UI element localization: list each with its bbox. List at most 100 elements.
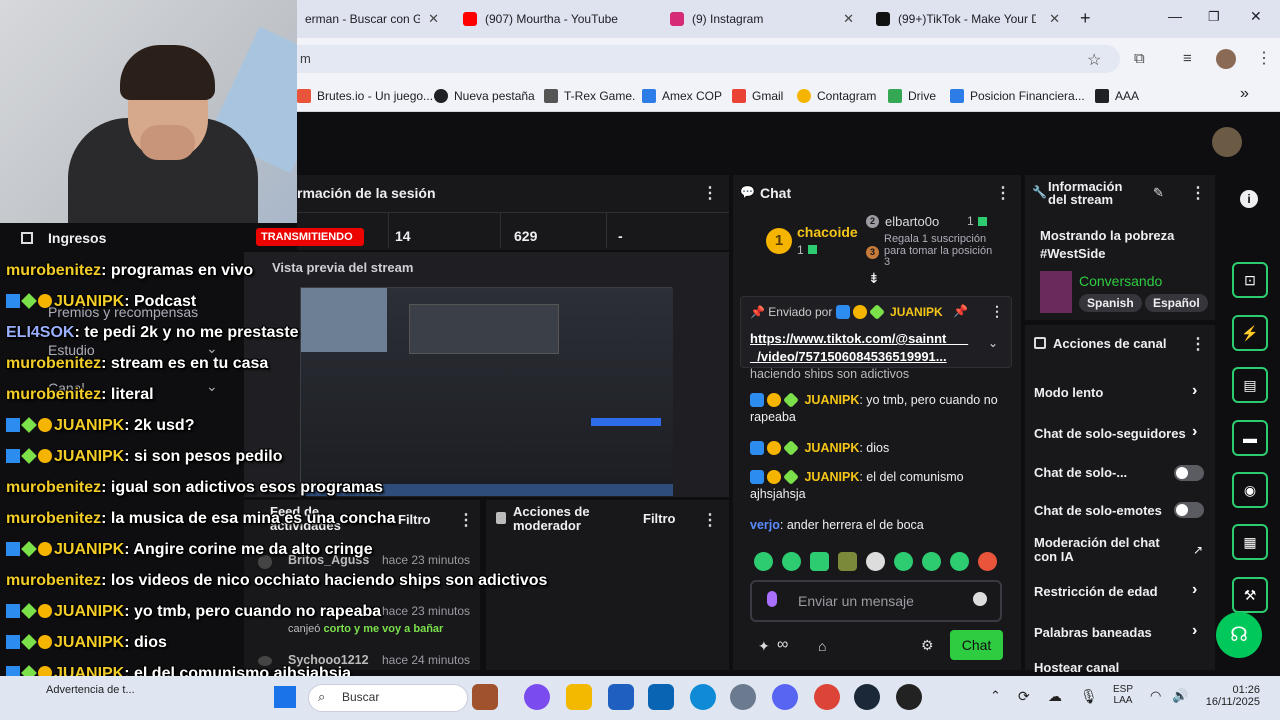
kebab-icon[interactable]: ⋮ <box>702 510 718 530</box>
action-emotes-only[interactable]: Chat de solo-emotes <box>1034 503 1162 518</box>
browser-tab-4[interactable]: (99+)TikTok - Make Your Da ✕ <box>868 6 1068 32</box>
emoji-icon[interactable] <box>973 592 987 606</box>
bookmark-aaa[interactable]: AAA <box>1095 86 1139 106</box>
external-link-icon[interactable]: ↗ <box>1193 543 1203 557</box>
cloud-icon[interactable]: ☁ <box>1048 688 1062 705</box>
emote-icon[interactable] <box>838 552 857 571</box>
volume-icon[interactable]: 🔊 <box>1172 688 1188 704</box>
outlook-icon[interactable] <box>648 684 674 710</box>
microphone-icon[interactable] <box>767 591 777 607</box>
taskbar-app-icon[interactable] <box>472 684 498 710</box>
category-name[interactable]: Conversando <box>1079 273 1162 289</box>
close-icon[interactable]: ✕ <box>428 11 439 27</box>
bookmark-contagram[interactable]: Contagram <box>797 86 876 106</box>
browser-tab-2[interactable]: (907) Mourtha - YouTube <box>455 6 655 32</box>
folder-icon[interactable] <box>566 684 592 710</box>
profile-avatar[interactable] <box>1216 49 1236 69</box>
emote-icon[interactable] <box>950 552 969 571</box>
chat-bubble-button[interactable]: ▬ <box>1232 420 1268 456</box>
discord-icon[interactable] <box>772 684 798 710</box>
chat-username[interactable]: verjo <box>750 518 780 532</box>
store-taskbar-icon[interactable] <box>608 684 634 710</box>
chrome-icon[interactable] <box>814 684 840 710</box>
chevron-down-icon[interactable]: ⌄ <box>988 336 998 350</box>
bookmark-posicion[interactable]: Posicion Financiera... <box>950 86 1085 106</box>
notice-text[interactable]: Advertencia de t... <box>46 684 135 696</box>
support-icon[interactable]: ☊ <box>1216 612 1262 658</box>
unpin-icon[interactable]: 📌 <box>953 304 968 318</box>
layout-button[interactable]: ▦ <box>1232 524 1268 560</box>
bookmark-amex[interactable]: Amex COP <box>642 86 722 106</box>
copilot-icon[interactable] <box>524 684 550 710</box>
sync-icon[interactable]: ⟳ <box>1018 688 1030 705</box>
activity-filter[interactable]: Filtro <box>398 512 431 527</box>
action-ai-moderation[interactable]: Moderación del chat con IA <box>1034 536 1174 564</box>
bookmark-gmail[interactable]: Gmail <box>732 86 783 106</box>
store-icon[interactable]: ⌂ <box>818 638 826 654</box>
kebab-icon[interactable]: ⋮ <box>702 183 718 203</box>
notes-button[interactable]: ▤ <box>1232 367 1268 403</box>
chat-username[interactable]: JUANIPK <box>804 393 859 407</box>
bookmark-trex[interactable]: T-Rex Game. <box>544 86 635 106</box>
windows-start-icon[interactable] <box>274 686 296 708</box>
chevron-right-icon[interactable]: › <box>1192 382 1197 400</box>
maximize-button[interactable]: ❐ <box>1208 9 1220 25</box>
clock[interactable]: 01:26 16/11/2025 <box>1196 684 1260 708</box>
browser-tab-3[interactable]: (9) Instagram ✕ <box>662 6 862 32</box>
bookmark-drive[interactable]: Drive <box>888 86 936 106</box>
emotes-only-toggle[interactable] <box>1174 502 1204 518</box>
chevron-right-icon[interactable]: › <box>1192 622 1197 640</box>
settings-icon[interactable] <box>730 684 756 710</box>
category-thumbnail[interactable] <box>1040 271 1072 313</box>
info-icon[interactable]: i <box>1240 190 1258 208</box>
expand-leaderboard-icon[interactable]: ⇟ <box>868 270 880 287</box>
minimize-button[interactable]: — <box>1168 8 1182 24</box>
lightning-button[interactable]: ⚡ <box>1232 315 1268 351</box>
user-avatar[interactable] <box>1212 127 1242 157</box>
gear-icon[interactable]: ⚙ <box>921 637 934 654</box>
steam-icon[interactable] <box>854 684 880 710</box>
subs-only-toggle[interactable] <box>1174 465 1204 481</box>
url-input[interactable]: m <box>280 45 1120 73</box>
bookmark-brutes[interactable]: Brutes.io - Un juego... <box>297 86 433 106</box>
window-close-button[interactable]: ✕ <box>1250 8 1262 25</box>
kebab-icon[interactable]: ⋮ <box>1190 183 1206 203</box>
kebab-icon[interactable]: ⋮ <box>458 510 474 530</box>
stream-preview-video[interactable] <box>300 287 673 496</box>
wifi-icon[interactable]: ◠ <box>1150 688 1161 704</box>
tag[interactable]: Spanish <box>1079 294 1142 312</box>
media-icon[interactable]: ≡ <box>1183 50 1192 67</box>
action-age-restriction[interactable]: Restricción de edad <box>1034 584 1158 599</box>
action-host-channel[interactable]: Hostear canal <box>1034 660 1119 675</box>
emote-icon[interactable] <box>754 552 773 571</box>
emote-icon[interactable] <box>894 552 913 571</box>
wrench-button[interactable]: ⚒ <box>1232 577 1268 613</box>
emote-icon[interactable] <box>978 552 997 571</box>
broadcast-button[interactable]: ◉ <box>1232 472 1268 508</box>
tray-chevron-icon[interactable]: ⌃ <box>990 688 1001 704</box>
points-icon[interactable]: ✦ <box>758 638 770 655</box>
edit-icon[interactable]: ✎ <box>1153 185 1164 201</box>
chevron-down-icon[interactable]: ⌄ <box>206 378 218 395</box>
emote-icon[interactable] <box>866 552 885 571</box>
star-icon[interactable]: ☆ <box>1087 50 1101 70</box>
second-name[interactable]: elbarto0o <box>885 214 939 229</box>
extensions-icon[interactable]: ⧉ <box>1134 50 1145 67</box>
chevron-right-icon[interactable]: › <box>1192 581 1197 599</box>
kebab-icon[interactable]: ⋮ <box>1190 334 1206 354</box>
taskbar-search[interactable] <box>308 684 468 712</box>
obs-icon[interactable] <box>896 684 922 710</box>
pinned-user[interactable]: JUANIPK <box>890 305 943 319</box>
action-subs-only[interactable]: Chat de solo-... <box>1034 465 1127 480</box>
chat-username[interactable]: JUANIPK <box>804 441 859 455</box>
pinned-link[interactable]: https://www.tiktok.com/@sainnt____/video… <box>750 330 978 366</box>
action-slow-mode[interactable]: Modo lento <box>1034 385 1103 400</box>
nav-ingresos[interactable]: Ingresos <box>48 230 106 246</box>
kebab-icon[interactable]: ⋮ <box>990 303 1004 320</box>
emote-icon[interactable] <box>922 552 941 571</box>
close-icon[interactable]: ✕ <box>843 11 854 27</box>
chevron-right-icon[interactable]: › <box>1192 423 1197 441</box>
tag[interactable]: Español <box>1145 294 1208 312</box>
edge-icon[interactable] <box>690 684 716 710</box>
chat-username[interactable]: JUANIPK <box>804 470 859 484</box>
